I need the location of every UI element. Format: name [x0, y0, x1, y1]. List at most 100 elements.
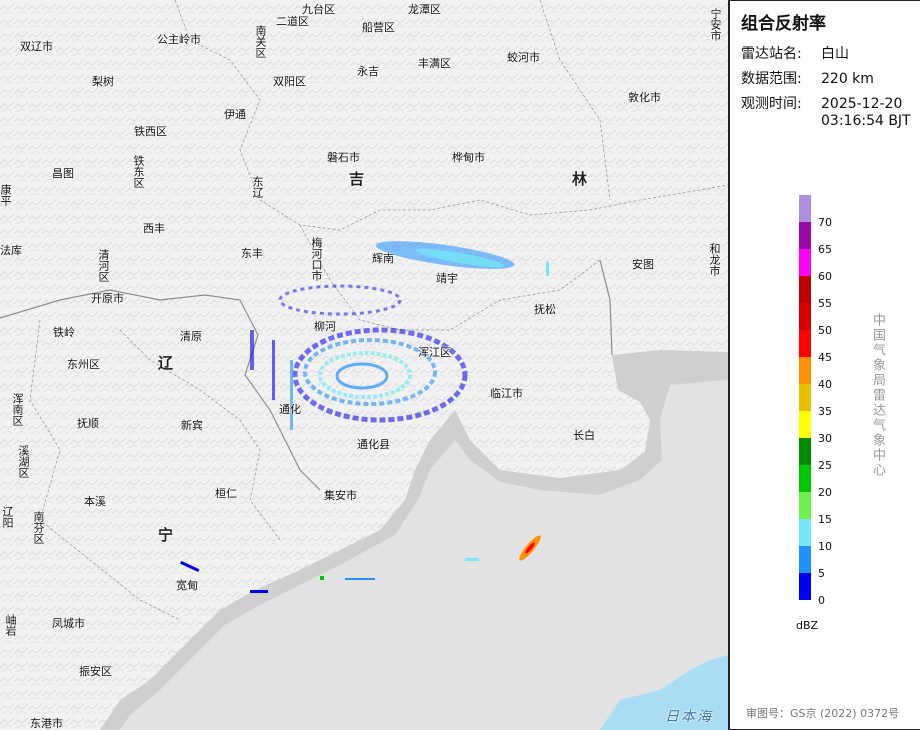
legend-tick-label: 60: [818, 270, 832, 283]
place-label: 东港市: [30, 717, 63, 730]
place-label: 西丰: [143, 222, 165, 235]
legend-swatch: [799, 546, 811, 573]
place-label: 和龙市: [708, 243, 721, 276]
legend-tick-label: 55: [818, 297, 832, 310]
legend-tick-label: 25: [818, 459, 832, 472]
place-label: 东丰: [241, 247, 263, 260]
place-label: 岫岩: [4, 614, 17, 636]
legend-swatch: [799, 276, 811, 303]
legend-swatch: [799, 465, 811, 492]
station-label: 雷达站名:: [741, 46, 802, 62]
place-label: 通化县: [357, 438, 390, 451]
legend-swatch: [799, 330, 811, 357]
place-label: 蛟河市: [507, 51, 540, 64]
legend-tick-label: 30: [818, 432, 832, 445]
time-date: 2025-12-20: [821, 96, 903, 112]
legend-tick-label: 40: [818, 378, 832, 391]
place-label: 东州区: [67, 358, 100, 371]
place-label: 桦甸市: [452, 151, 485, 164]
place-label: 永吉: [357, 65, 379, 78]
time-row: 观测时间: 2025-12-20: [741, 93, 902, 113]
time-clock: 03:16:54 BJT: [821, 113, 911, 129]
place-label: 本溪: [84, 495, 106, 508]
place-label: 敦化市: [628, 91, 661, 104]
place-label: 铁东区: [132, 155, 145, 188]
sea-label: 日本海: [665, 709, 713, 725]
place-label: 柳河: [314, 320, 336, 333]
range-value: 220 km: [821, 71, 874, 87]
place-label: 辽阳: [1, 506, 14, 528]
place-label: 铁岭: [53, 326, 75, 339]
province-label: 宁: [158, 526, 174, 544]
agency-label: 中国气象局雷达气象中心: [870, 313, 885, 478]
place-label: 南芬区: [32, 511, 45, 544]
place-label: 凤城市: [52, 617, 85, 630]
range-row: 数据范围: 220 km: [741, 68, 874, 88]
place-label: 丰满区: [418, 57, 451, 70]
legend-tick-label: 65: [818, 243, 832, 256]
place-label: 公主岭市: [157, 33, 201, 46]
range-label: 数据范围:: [741, 71, 802, 87]
color-legend: [799, 195, 811, 600]
legend-swatch: [799, 249, 811, 276]
legend-swatch: [799, 384, 811, 411]
province-label: 辽: [158, 354, 174, 372]
place-label: 宽甸: [176, 579, 198, 592]
place-label: 龙潭区: [408, 3, 441, 16]
place-label: 安图: [632, 258, 654, 271]
place-label: 昌图: [52, 167, 74, 180]
legend-unit: dBZ: [796, 619, 819, 632]
legend-tick-label: 0: [818, 594, 825, 607]
place-label: 通化: [279, 403, 301, 416]
place-label: 抚松: [534, 303, 556, 316]
place-label: 法库: [0, 244, 22, 257]
place-label: 抚顺: [77, 417, 99, 430]
place-label: 长白: [573, 429, 595, 442]
place-label: 新宾: [181, 419, 203, 432]
place-label: 靖宇: [436, 272, 458, 285]
radar-map[interactable]: 双辽市 公主岭市 二道区 九台区 船营区 龙潭区 蛟河市 丰满区 永吉 双阳区 …: [0, 0, 728, 730]
place-label: 东辽: [251, 176, 264, 198]
map-approval-number: 审图号：GS京 (2022) 0372号: [746, 707, 900, 720]
legend-tick-label: 20: [818, 486, 832, 499]
legend-tick-label: 45: [818, 351, 832, 364]
place-label: 康平: [0, 184, 12, 206]
legend-swatch: [799, 222, 811, 249]
place-label: 九台区: [302, 3, 335, 16]
place-label: 宁安市: [709, 8, 722, 41]
place-label: 集安市: [324, 489, 357, 502]
place-label: 溪湖区: [17, 445, 30, 478]
time-label: 观测时间:: [741, 96, 802, 112]
place-label: 南关区: [254, 25, 267, 58]
legend-swatch: [799, 438, 811, 465]
legend-tick-label: 70: [818, 216, 832, 229]
province-label: 林: [572, 170, 588, 188]
place-label: 伊通: [224, 108, 246, 121]
place-label: 临江市: [490, 387, 523, 400]
place-label: 辉南: [372, 252, 394, 265]
place-label: 开原市: [91, 292, 124, 305]
place-label: 双阳区: [273, 75, 306, 88]
place-label: 磐石市: [327, 151, 360, 164]
legend-tick-label: 35: [818, 405, 832, 418]
legend-tick-label: 50: [818, 324, 832, 337]
place-label: 振安区: [79, 665, 112, 678]
legend-swatch: [799, 519, 811, 546]
place-label: 双辽市: [20, 40, 53, 53]
province-label: 吉: [349, 170, 365, 188]
place-label: 梅河口市: [310, 237, 323, 281]
legend-tick-label: 10: [818, 540, 832, 553]
product-title: 组合反射率: [741, 14, 826, 34]
map-terrain: [0, 0, 728, 730]
station-value: 白山: [821, 46, 849, 62]
legend-swatch: [799, 573, 811, 600]
place-label: 船营区: [362, 21, 395, 34]
place-label: 铁西区: [134, 125, 167, 138]
legend-swatch: [799, 195, 811, 222]
place-label: 清原: [180, 330, 202, 343]
station-row: 雷达站名: 白山: [741, 43, 849, 63]
legend-tick-label: 15: [818, 513, 832, 526]
legend-tick-label: 5: [818, 567, 825, 580]
place-label: 浑江区: [418, 346, 451, 359]
place-label: 桓仁: [215, 487, 237, 500]
